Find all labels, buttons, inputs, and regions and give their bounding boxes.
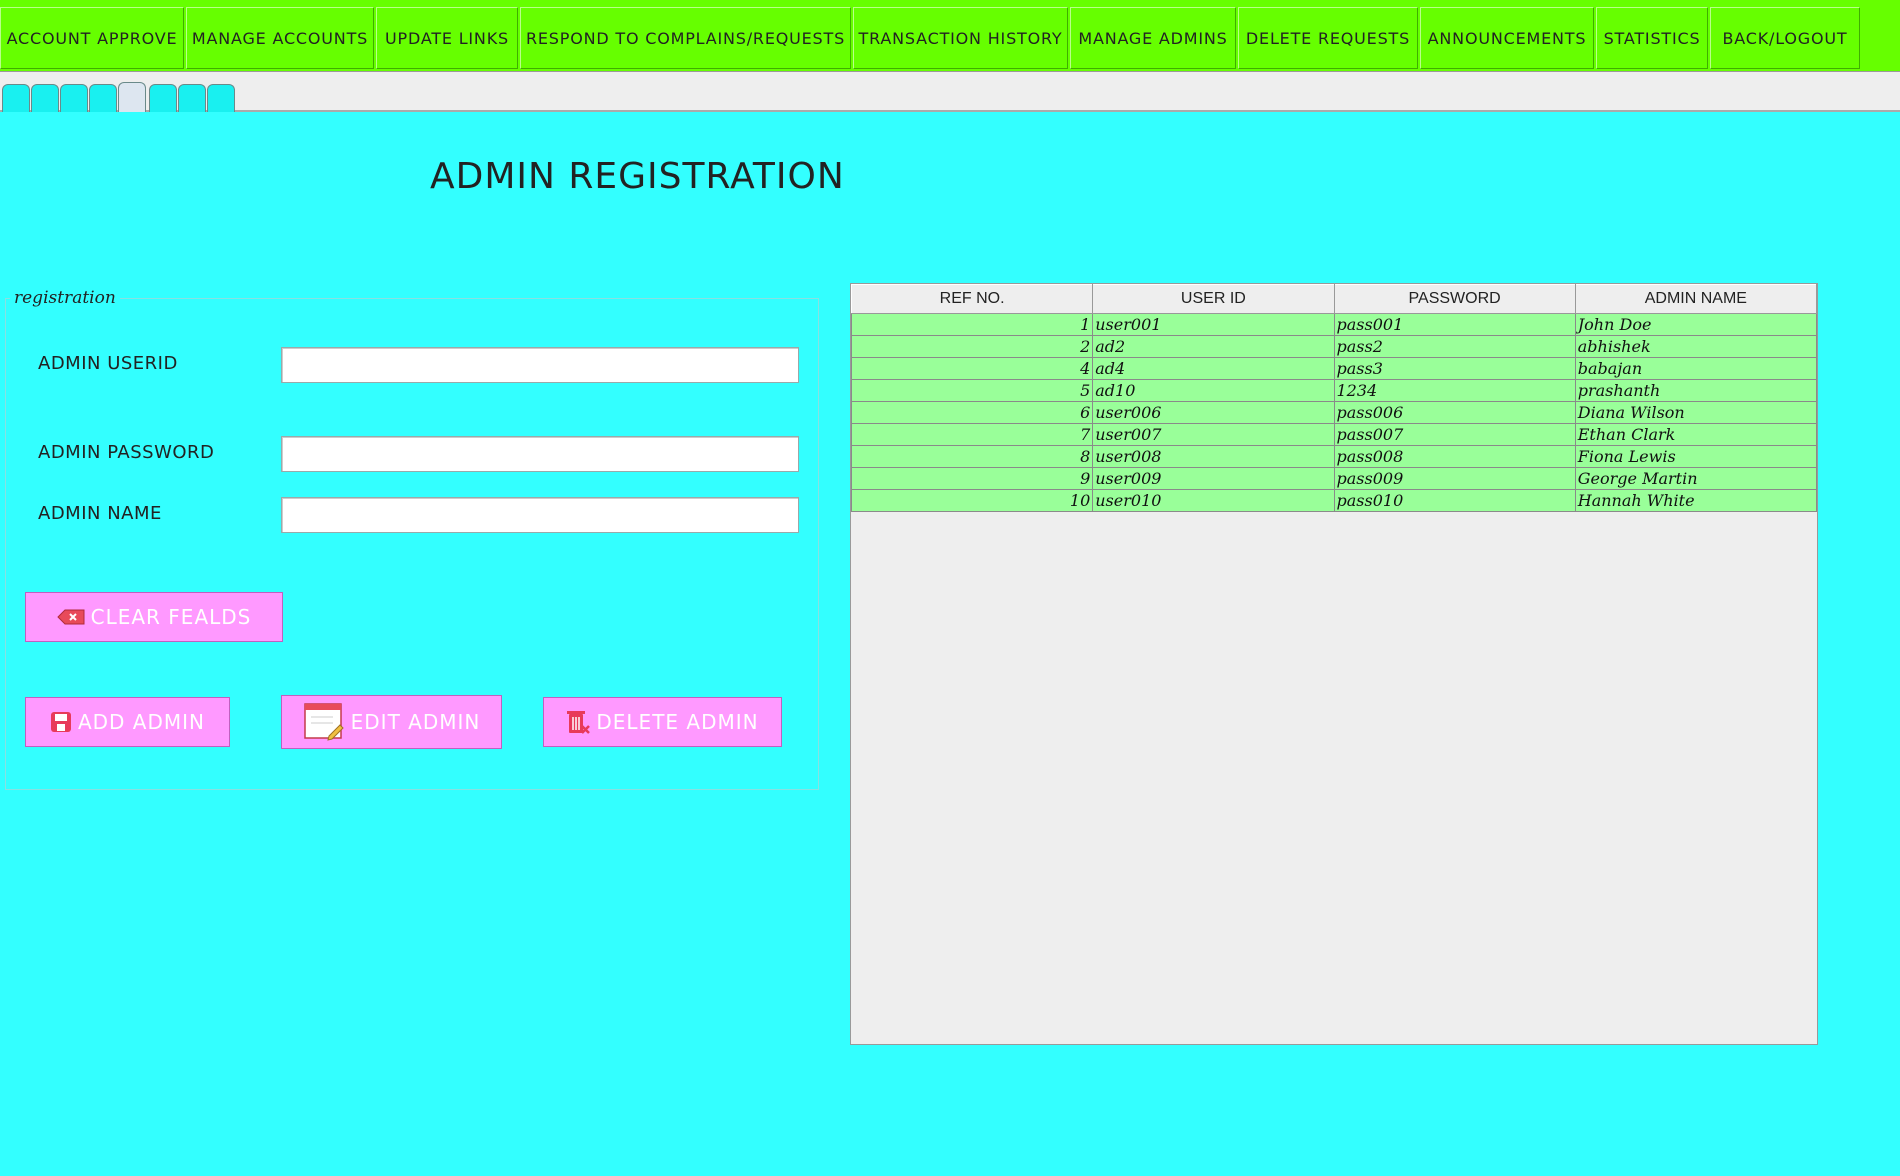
edit-admin-button[interactable]: EDIT ADMIN — [281, 695, 502, 749]
admin-userid-input[interactable] — [281, 347, 799, 383]
table-row[interactable]: 6 user006 pass006 Diana Wilson — [851, 401, 1817, 424]
tab-1[interactable] — [2, 84, 30, 112]
cell-ref-no: 6 — [851, 401, 1094, 424]
table-row[interactable]: 2 ad2 pass2 abhishek — [851, 335, 1817, 358]
cell-user-id: ad2 — [1092, 335, 1335, 358]
cell-admin-name: prashanth — [1574, 379, 1817, 402]
cell-ref-no: 1 — [851, 313, 1094, 336]
menu-announcements[interactable]: ANNOUNCEMENTS — [1420, 7, 1594, 69]
cell-password: pass001 — [1333, 313, 1576, 336]
cell-password: pass2 — [1333, 335, 1576, 358]
admin-password-label: ADMIN PASSWORD — [38, 442, 215, 463]
column-header-password[interactable]: PASSWORD — [1333, 284, 1576, 314]
table-row[interactable]: 10 user010 pass010 Hannah White — [851, 489, 1817, 512]
cell-ref-no: 7 — [851, 423, 1094, 446]
admin-name-input[interactable] — [281, 497, 799, 533]
cell-user-id: user007 — [1092, 423, 1335, 446]
cell-admin-name: John Doe — [1574, 313, 1817, 336]
cell-admin-name: Ethan Clark — [1574, 423, 1817, 446]
add-admin-button[interactable]: ADD ADMIN — [25, 697, 230, 747]
cell-ref-no: 8 — [851, 445, 1094, 468]
menu-statistics[interactable]: STATISTICS — [1596, 7, 1708, 69]
menu-manage-admins[interactable]: MANAGE ADMINS — [1070, 7, 1236, 69]
menu-manage-accounts[interactable]: MANAGE ACCOUNTS — [186, 7, 374, 69]
tab-8[interactable] — [207, 84, 235, 112]
cell-password: pass010 — [1333, 489, 1576, 512]
cell-password: 1234 — [1333, 379, 1576, 402]
cell-password: pass008 — [1333, 445, 1576, 468]
admin-userid-label: ADMIN USERID — [38, 353, 178, 374]
cell-ref-no: 10 — [851, 489, 1094, 512]
table-header-row: REF NO. USER ID PASSWORD ADMIN NAME — [851, 284, 1817, 314]
menu-delete-requests[interactable]: DELETE REQUESTS — [1238, 7, 1418, 69]
cell-admin-name: Diana Wilson — [1574, 401, 1817, 424]
table-row[interactable]: 8 user008 pass008 Fiona Lewis — [851, 445, 1817, 468]
cell-user-id: ad4 — [1092, 357, 1335, 380]
tab-3[interactable] — [60, 84, 88, 112]
cell-user-id: user006 — [1092, 401, 1335, 424]
top-menu-bar: ACCOUNT APPROVE MANAGE ACCOUNTS UPDATE L… — [0, 0, 1900, 72]
floppy-disk-icon — [50, 711, 72, 733]
cell-ref-no: 9 — [851, 467, 1094, 490]
delete-admin-label: DELETE ADMIN — [596, 710, 759, 734]
cell-admin-name: abhishek — [1574, 335, 1817, 358]
table-row[interactable]: 4 ad4 pass3 babajan — [851, 357, 1817, 380]
menu-back-logout[interactable]: BACK/LOGOUT — [1710, 7, 1860, 69]
tab-7[interactable] — [178, 84, 206, 112]
tab-6[interactable] — [149, 84, 177, 112]
cell-ref-no: 5 — [851, 379, 1094, 402]
tab-strip — [0, 72, 1900, 112]
menu-transaction-history[interactable]: TRANSACTION HISTORY — [853, 7, 1068, 69]
menu-update-links[interactable]: UPDATE LINKS — [376, 7, 518, 69]
table-row[interactable]: 5 ad10 1234 prashanth — [851, 379, 1817, 402]
column-header-user-id[interactable]: USER ID — [1092, 284, 1335, 314]
cell-password: pass006 — [1333, 401, 1576, 424]
admin-password-input[interactable] — [281, 436, 799, 472]
cell-admin-name: George Martin — [1574, 467, 1817, 490]
clear-fields-button[interactable]: CLEAR FEALDS — [25, 592, 283, 642]
edit-page-icon — [303, 702, 345, 742]
add-admin-label: ADD ADMIN — [77, 710, 206, 734]
cell-user-id: user001 — [1092, 313, 1335, 336]
cell-password: pass009 — [1333, 467, 1576, 490]
admins-table-container[interactable]: REF NO. USER ID PASSWORD ADMIN NAME 1 us… — [850, 283, 1818, 1045]
cell-user-id: user010 — [1092, 489, 1335, 512]
cell-ref-no: 4 — [851, 357, 1094, 380]
tab-4[interactable] — [89, 84, 117, 112]
clear-fields-label: CLEAR FEALDS — [90, 605, 252, 629]
table-row[interactable]: 7 user007 pass007 Ethan Clark — [851, 423, 1817, 446]
cell-ref-no: 2 — [851, 335, 1094, 358]
cell-admin-name: Fiona Lewis — [1574, 445, 1817, 468]
cell-user-id: user009 — [1092, 467, 1335, 490]
eraser-icon — [56, 609, 85, 625]
cell-user-id: ad10 — [1092, 379, 1335, 402]
registration-legend: registration — [10, 288, 120, 308]
cell-admin-name: Hannah White — [1574, 489, 1817, 512]
tab-2[interactable] — [31, 84, 59, 112]
admin-name-label: ADMIN NAME — [38, 503, 162, 524]
tab-5-selected[interactable] — [118, 82, 146, 112]
trash-icon — [566, 709, 591, 735]
cell-password: pass3 — [1333, 357, 1576, 380]
edit-admin-label: EDIT ADMIN — [350, 710, 481, 734]
menu-account-approve[interactable]: ACCOUNT APPROVE — [0, 7, 184, 69]
menu-respond-complaints[interactable]: RESPOND TO COMPLAINS/REQUESTS — [520, 7, 851, 69]
admins-table: REF NO. USER ID PASSWORD ADMIN NAME 1 us… — [851, 284, 1817, 512]
column-header-ref-no[interactable]: REF NO. — [851, 284, 1094, 314]
table-row[interactable]: 1 user001 pass001 John Doe — [851, 313, 1817, 336]
column-header-admin-name[interactable]: ADMIN NAME — [1574, 284, 1817, 314]
page-title: ADMIN REGISTRATION — [430, 156, 845, 197]
table-row[interactable]: 9 user009 pass009 George Martin — [851, 467, 1817, 490]
cell-user-id: user008 — [1092, 445, 1335, 468]
cell-password: pass007 — [1333, 423, 1576, 446]
cell-admin-name: babajan — [1574, 357, 1817, 380]
delete-admin-button[interactable]: DELETE ADMIN — [543, 697, 782, 747]
